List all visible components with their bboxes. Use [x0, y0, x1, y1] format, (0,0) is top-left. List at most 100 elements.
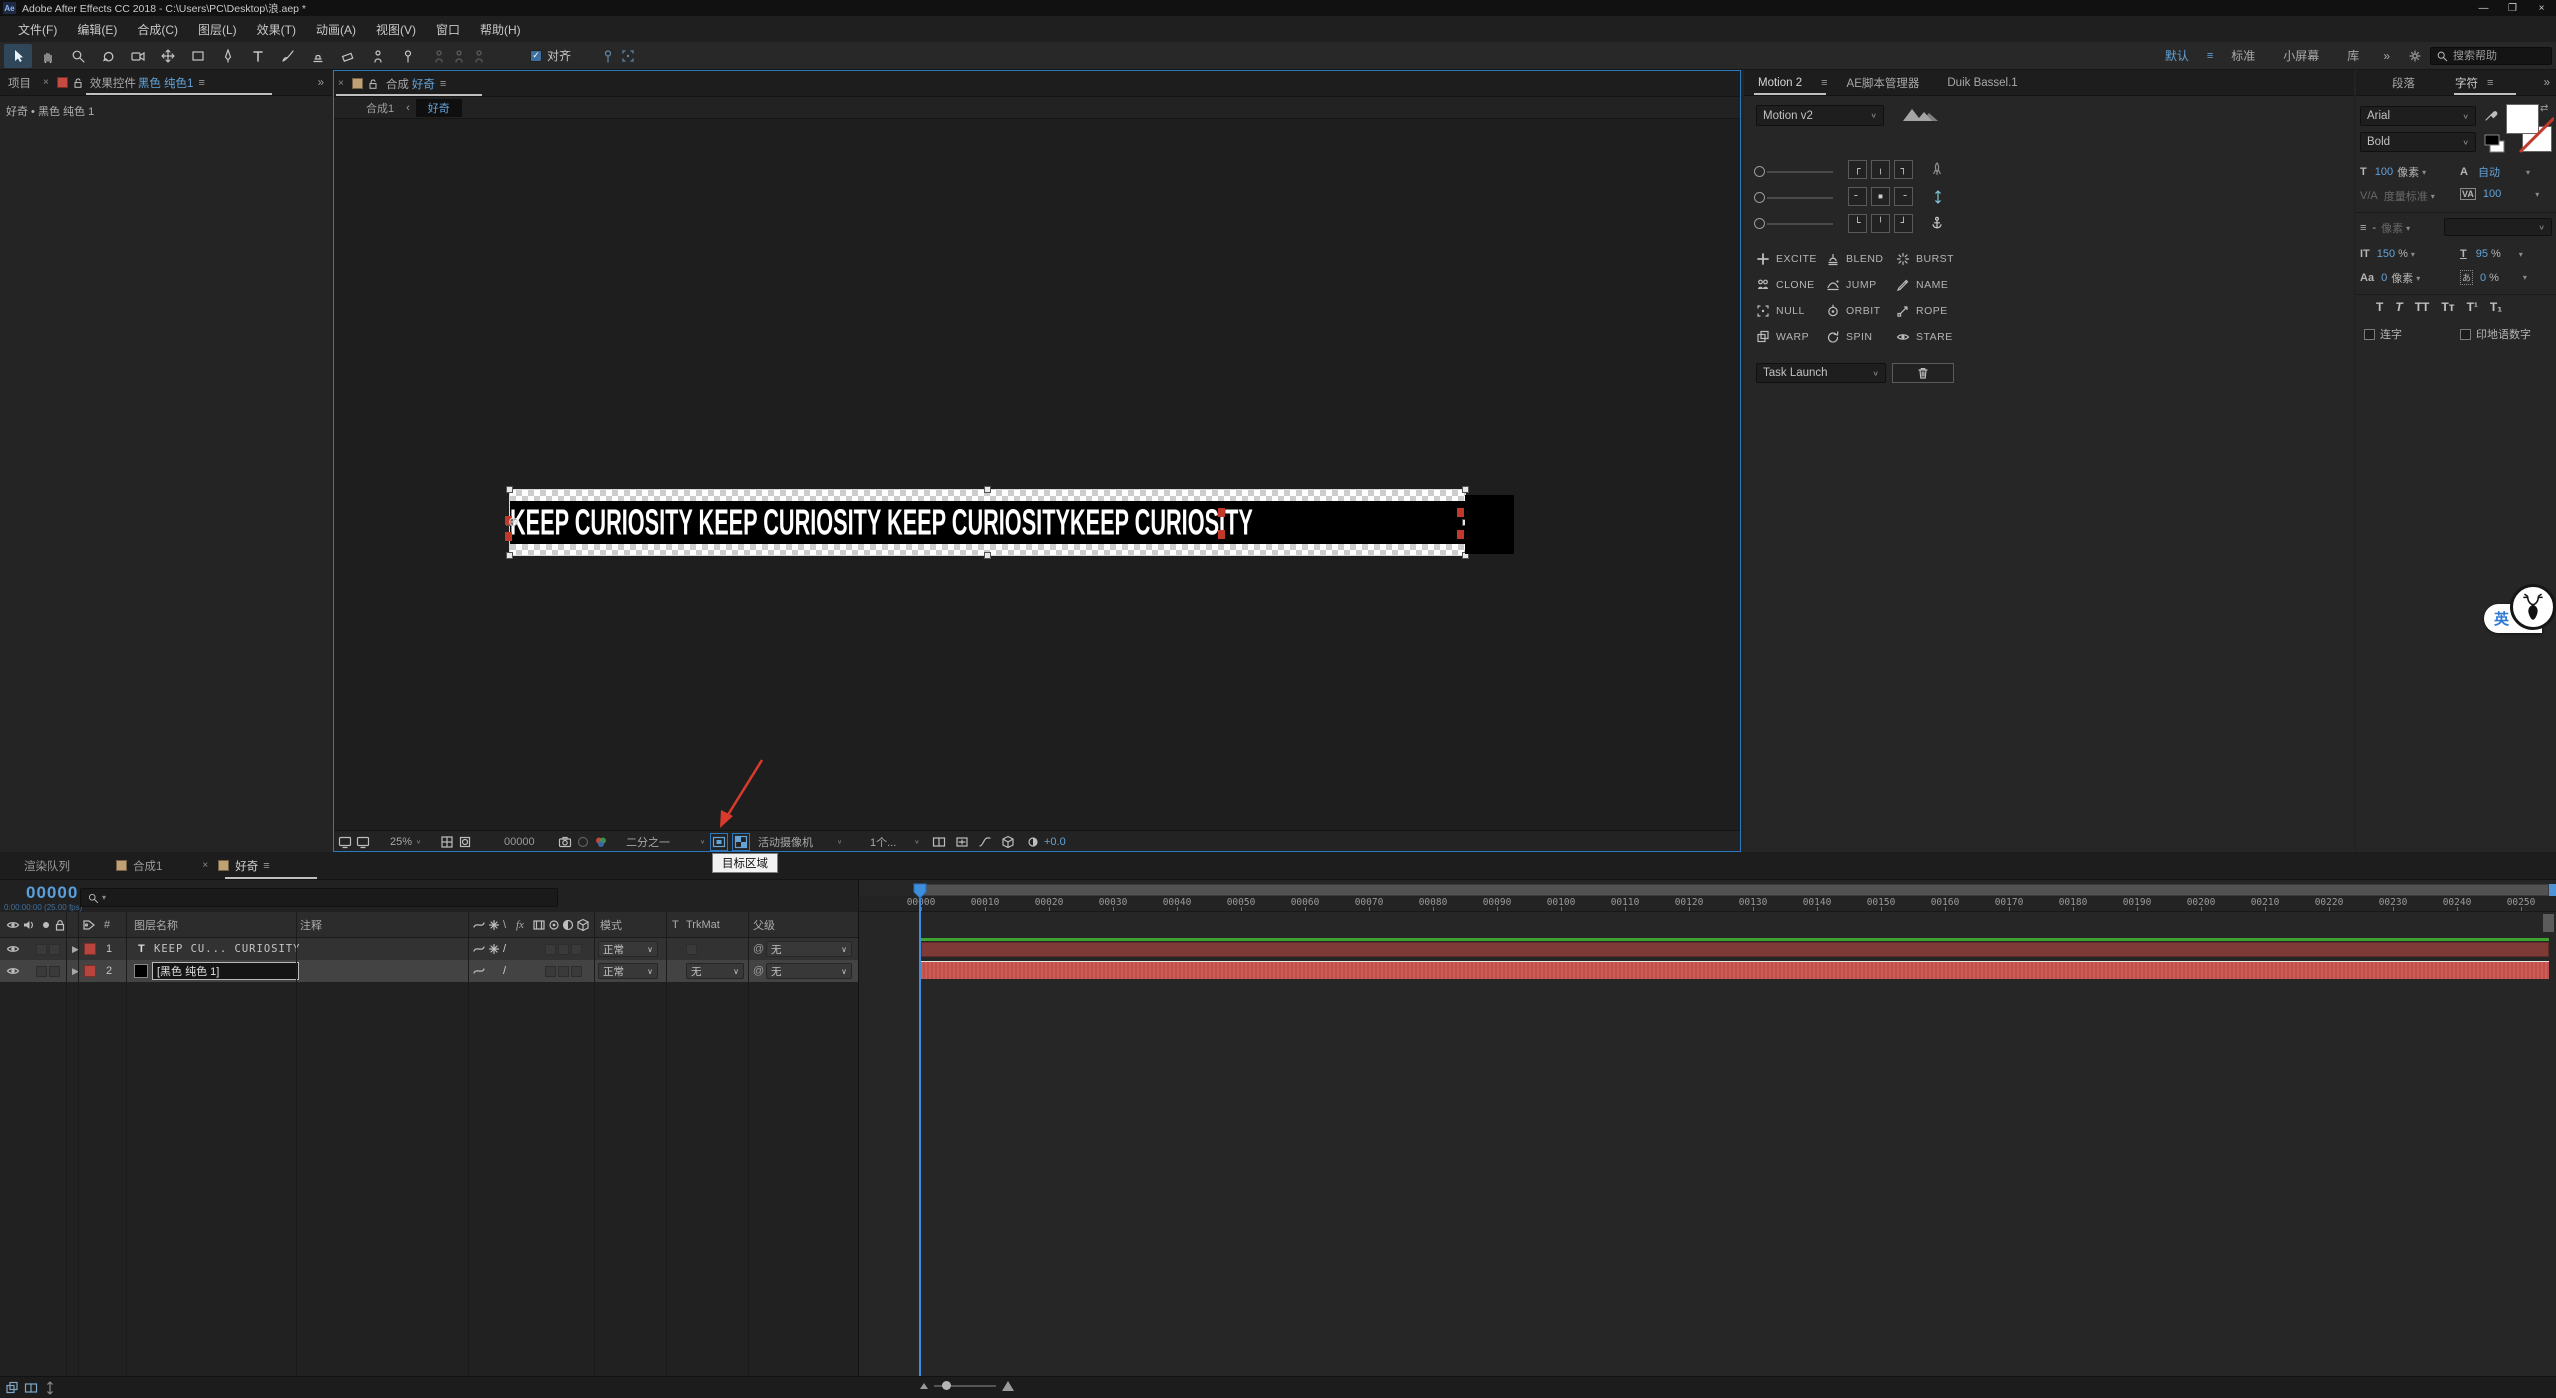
workspace-tab-2[interactable]: 小屏幕 — [2269, 47, 2333, 64]
anchor-grid-cell-3[interactable]: ╴ — [1848, 187, 1867, 206]
close-button[interactable]: × — [2527, 0, 2556, 16]
motion-slider-1[interactable] — [1754, 166, 1833, 177]
mini-fill-stroke-icon[interactable] — [2484, 134, 2505, 153]
collapse-column-icon[interactable] — [487, 912, 501, 938]
magnification-dropdown[interactable]: 25% ∨ — [390, 831, 421, 852]
faux-style-button-4[interactable]: T¹ — [2461, 300, 2484, 314]
menu-item-4[interactable]: 效果(T) — [247, 16, 306, 42]
leading-value[interactable]: 自动 — [2478, 164, 2500, 180]
breadcrumb-comp1[interactable]: 合成1 — [366, 100, 394, 116]
tab-render-queue[interactable]: 渲染队列 — [0, 858, 80, 874]
column-divider[interactable] — [748, 912, 749, 1376]
anchor-grid-cell-6[interactable]: └ — [1848, 214, 1867, 233]
stepper-icon[interactable]: ▾ — [2411, 250, 2415, 259]
column-divider[interactable] — [468, 912, 469, 1376]
motion-panel-menu-icon[interactable]: ≡ — [1816, 77, 1832, 89]
layer-name[interactable]: KEEP CU... CURIOSITY — [154, 938, 300, 960]
menu-item-7[interactable]: 窗口 — [426, 16, 470, 42]
selection-handle[interactable] — [984, 552, 991, 559]
layer-label-swatch[interactable] — [84, 960, 96, 982]
rocket-icon[interactable] — [1930, 162, 1944, 176]
warp-button[interactable]: WARP — [1756, 330, 1809, 344]
shape-tool-icon[interactable] — [184, 44, 212, 68]
rotation-tool-icon[interactable] — [94, 44, 122, 68]
column-comment[interactable]: 注释 — [300, 912, 322, 938]
project-tab-close-icon[interactable]: × — [39, 77, 53, 88]
rotobrush-tool-icon[interactable] — [364, 44, 392, 68]
layer-label-swatch[interactable] — [84, 938, 96, 960]
playhead-line[interactable] — [919, 884, 921, 1376]
stare-button[interactable]: STARE — [1896, 330, 1953, 344]
zoom-out-icon[interactable] — [920, 1383, 928, 1389]
panel-more-icon[interactable]: » — [318, 77, 332, 89]
panel-menu-icon[interactable]: ≡ — [193, 77, 209, 89]
menu-item-3[interactable]: 图层(L) — [188, 16, 247, 42]
mountains-icon[interactable] — [1902, 106, 1940, 122]
time-ruler[interactable]: 0000000010000200003000040000500006000070… — [859, 896, 2556, 912]
selection-handle[interactable] — [1462, 486, 1469, 493]
menu-item-5[interactable]: 动画(A) — [306, 16, 366, 42]
comp-viewer[interactable]: KEEP CURIOSITY KEEP CURIOSITY KEEP CURIO… — [334, 119, 1740, 830]
stamp-tool-icon[interactable] — [304, 44, 332, 68]
stepper-icon[interactable]: ▾ — [2526, 168, 2530, 177]
font-size-value[interactable]: 100 — [2375, 166, 2393, 178]
type-tool-icon[interactable] — [244, 44, 272, 68]
fx-column-icon[interactable]: fx — [516, 912, 524, 938]
workspace-menu-icon[interactable]: ≡ — [2203, 50, 2217, 62]
slider-knob[interactable] — [1754, 192, 1765, 203]
vertical-scale-value[interactable]: 150 — [2377, 248, 2395, 260]
column-divider[interactable] — [126, 912, 127, 1376]
hindi-digits-checkbox[interactable]: 印地语数字 — [2460, 326, 2531, 342]
anchor-grid-cell-5[interactable]: ╶ — [1894, 187, 1913, 206]
lock-column-icon[interactable] — [53, 912, 67, 938]
mask-visibility-icon[interactable] — [458, 835, 472, 849]
parent-dropdown[interactable]: 无 ∨ — [766, 941, 852, 957]
tsume-control[interactable]: あ 0 % ▾ — [2460, 270, 2527, 285]
collapse-switch-icon[interactable] — [487, 938, 501, 960]
label-column-icon[interactable] — [82, 912, 96, 938]
orbit-button[interactable]: ORBIT — [1826, 304, 1881, 318]
breadcrumb-current[interactable]: 好奇 — [416, 99, 462, 117]
faux-style-button-2[interactable]: TT — [2409, 300, 2436, 314]
slider-knob[interactable] — [1754, 166, 1765, 177]
anchor-point-icon[interactable]: ⊕ — [508, 514, 519, 530]
stepper-icon[interactable]: ▾ — [2535, 190, 2539, 199]
parent-pickwhip-icon[interactable]: @ — [753, 938, 764, 960]
selection-tool-icon[interactable] — [4, 44, 32, 68]
column-divider[interactable] — [296, 912, 297, 1376]
camera-tool-icon[interactable] — [124, 44, 152, 68]
layer1-duration-bar[interactable] — [921, 942, 2549, 957]
motion-tab-1[interactable]: AE脚本管理器 — [1833, 75, 1934, 91]
ligatures-checkbox[interactable]: 连字 — [2364, 326, 2402, 342]
parent-dropdown[interactable]: 无 ∨ — [766, 963, 852, 979]
viewer-timecode[interactable]: 00000 — [504, 831, 535, 852]
faux-style-button-5[interactable]: T₁ — [2484, 300, 2508, 314]
expand-transfer-controls-icon[interactable] — [24, 1381, 38, 1395]
anchor-grid-cell-1[interactable]: ╷ — [1871, 160, 1890, 179]
menu-item-2[interactable]: 合成(C) — [127, 16, 188, 42]
column-trkmat[interactable]: TrkMat — [686, 912, 720, 938]
tsume-value[interactable]: 0 — [2480, 272, 2486, 284]
draft-3d-icon[interactable] — [1001, 835, 1015, 849]
brush-tool-icon[interactable] — [274, 44, 302, 68]
column-divider[interactable] — [78, 912, 79, 1376]
minimize-button[interactable]: — — [2469, 0, 2498, 16]
expand-inout-icon[interactable] — [43, 1381, 57, 1395]
anchor-icon[interactable] — [1930, 216, 1944, 230]
expand-layer-switches-icon[interactable] — [5, 1381, 19, 1395]
checkbox-icon[interactable] — [2460, 329, 2471, 340]
shy-switch-icon[interactable] — [472, 938, 486, 960]
show-snapshot-icon[interactable] — [576, 835, 590, 849]
stepper-icon[interactable]: ▾ — [2416, 274, 2420, 283]
eraser-tool-icon[interactable] — [334, 44, 362, 68]
layer-row-2-selected[interactable]: ▶ 2 [黑色 纯色 1] / 正常 ∨ 无 ∨ @ 无 ∨ — [0, 960, 858, 982]
slider-knob[interactable] — [1754, 218, 1765, 229]
motion-slider-2[interactable] — [1754, 192, 1833, 203]
workspace-more[interactable]: » — [2373, 49, 2400, 63]
help-search-input[interactable] — [2453, 50, 2543, 62]
share-view-icon[interactable] — [932, 835, 946, 849]
video-column-icon[interactable] — [6, 912, 20, 938]
tab-paragraph[interactable]: 段落 — [2356, 75, 2429, 91]
menu-item-0[interactable]: 文件(F) — [8, 16, 67, 42]
motion-preset-dropdown[interactable]: Motion v2 ∨ — [1756, 105, 1884, 126]
